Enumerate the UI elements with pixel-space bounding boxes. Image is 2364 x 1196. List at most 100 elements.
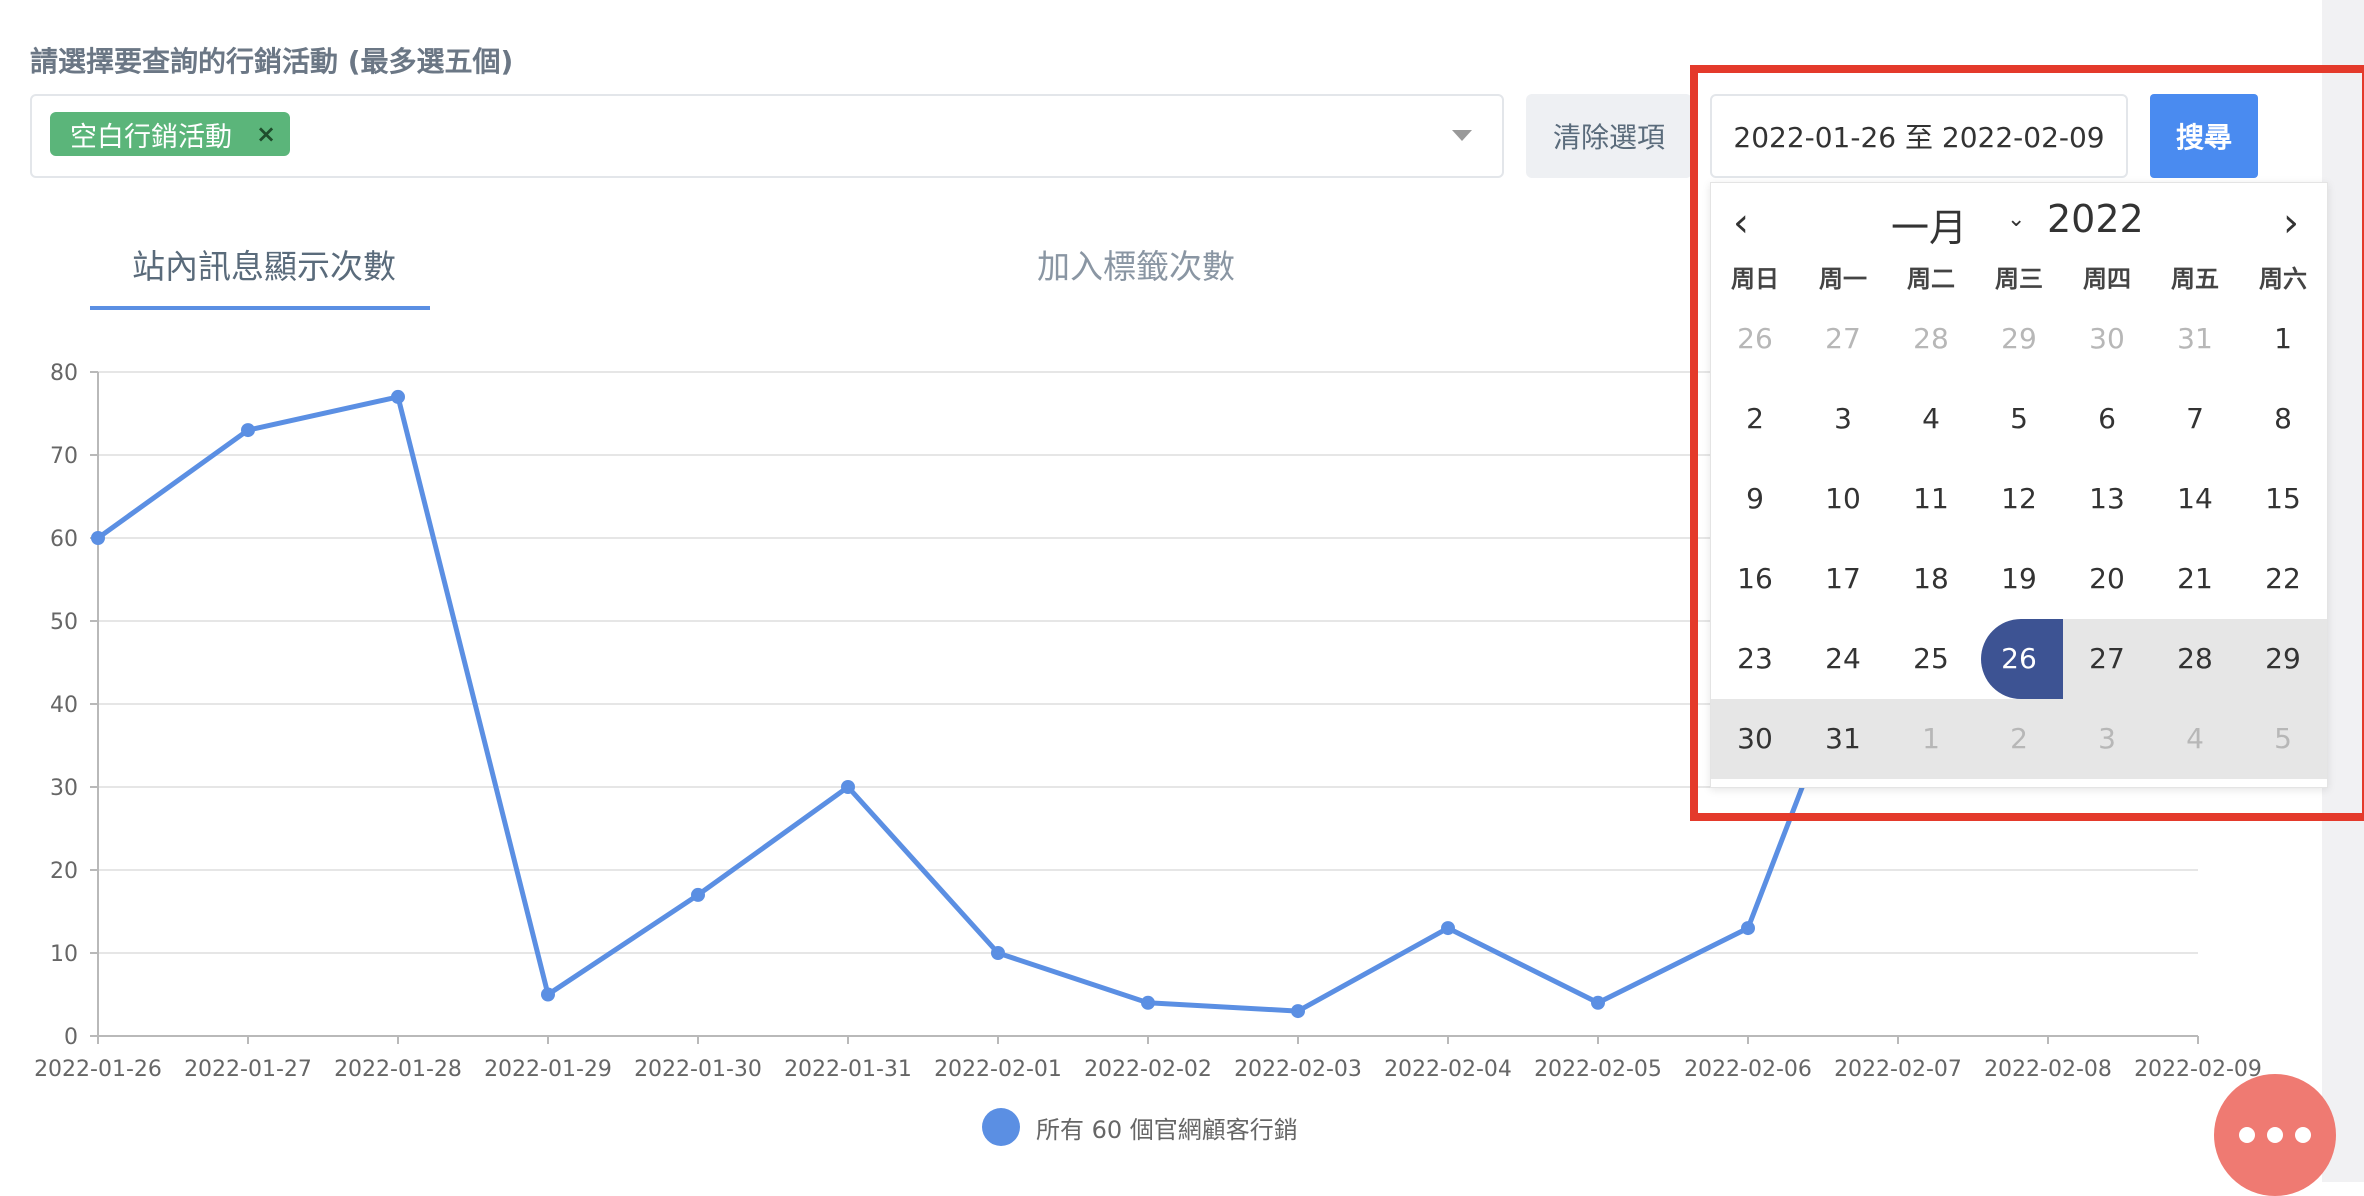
calendar-day[interactable]: 26	[1975, 619, 2063, 699]
calendar-month-select[interactable]: 一月	[1891, 197, 1967, 252]
calendar-week-row: 30 31 1 2 3 4 5	[1711, 699, 2329, 779]
tab-add-tag-count[interactable]: 加入標籤次數	[1037, 240, 1235, 288]
date-range-input[interactable]: 2022-01-26 至 2022-02-09	[1710, 94, 2128, 178]
chat-button[interactable]	[2214, 1074, 2336, 1196]
x-tick-label: 2022-01-26	[34, 1057, 162, 1082]
weekday-label: 周二	[1907, 265, 1955, 293]
active-tab-indicator	[90, 306, 430, 310]
x-tick-label: 2022-01-30	[634, 1057, 762, 1082]
weekday-label: 周五	[2171, 265, 2219, 293]
y-tick-label: 70	[50, 444, 78, 469]
date-picker-calendar: ‹ 一月 ⌄ 2022 › 周日 周一 周二 周三 周四 周五 周六 26 27 28 29 30 3…	[1710, 182, 2328, 788]
x-tick-label: 2022-02-03	[1234, 1057, 1362, 1082]
calendar-day[interactable]: 5	[1975, 379, 2063, 459]
next-month-icon[interactable]: ›	[2283, 203, 2299, 243]
calendar-day-grid: 周日 周一 周二 周三 周四 周五 周六 26 27 28 29 30 31 1 2 3 4 5 6 7 8 9 10 11…	[1711, 259, 2329, 779]
x-tick-label: 2022-02-05	[1534, 1057, 1662, 1082]
calendar-day[interactable]: 7	[2151, 379, 2239, 459]
calendar-day[interactable]: 21	[2151, 539, 2239, 619]
data-point	[391, 389, 405, 404]
calendar-day[interactable]: 12	[1975, 459, 2063, 539]
calendar-day[interactable]: 28	[2151, 619, 2239, 699]
calendar-day[interactable]: 17	[1799, 539, 1887, 619]
calendar-day[interactable]: 2	[1975, 699, 2063, 779]
data-point	[1291, 1004, 1305, 1019]
selected-campaign-tag-label: 空白行銷活動	[70, 121, 232, 153]
more-dots-icon	[2239, 1127, 2255, 1143]
calendar-day[interactable]: 30	[1711, 699, 1799, 779]
calendar-day[interactable]: 3	[2063, 699, 2151, 779]
weekday-header-row: 周日 周一 周二 周三 周四 周五 周六	[1711, 259, 2329, 299]
calendar-day[interactable]: 16	[1711, 539, 1799, 619]
legend-series-label[interactable]: 所有 60 個官網顧客行銷	[1036, 1110, 1298, 1145]
clear-selection-button[interactable]: 清除選項	[1526, 94, 1692, 178]
calendar-day[interactable]: 5	[2239, 699, 2327, 779]
campaign-select-label: 請選擇要查詢的行銷活動 (最多選五個)	[30, 45, 514, 78]
calendar-day[interactable]: 3	[1799, 379, 1887, 459]
calendar-day[interactable]: 29	[1975, 299, 2063, 379]
data-point	[841, 780, 855, 794]
more-dots-icon	[2295, 1127, 2311, 1143]
y-tick-label: 30	[50, 776, 78, 801]
x-tick-label: 2022-02-06	[1684, 1057, 1812, 1082]
calendar-day[interactable]: 25	[1887, 619, 1975, 699]
calendar-day[interactable]: 4	[2151, 699, 2239, 779]
y-tick-label: 0	[64, 1025, 78, 1050]
chevron-down-icon[interactable]: ⌄	[2007, 207, 2025, 232]
calendar-day[interactable]: 6	[2063, 379, 2151, 459]
calendar-day[interactable]: 28	[1887, 299, 1975, 379]
calendar-day[interactable]: 8	[2239, 379, 2327, 459]
calendar-day[interactable]: 1	[1887, 699, 1975, 779]
calendar-day[interactable]: 26	[1711, 299, 1799, 379]
weekday-label: 周三	[1995, 265, 2043, 293]
more-dots-icon	[2267, 1127, 2283, 1143]
calendar-day[interactable]: 4	[1887, 379, 1975, 459]
calendar-day[interactable]: 23	[1711, 619, 1799, 699]
calendar-day[interactable]: 10	[1799, 459, 1887, 539]
calendar-day[interactable]: 27	[2063, 619, 2151, 699]
x-tick-label: 2022-02-01	[934, 1057, 1062, 1082]
y-tick-label: 80	[50, 361, 78, 386]
x-tick-label: 2022-02-07	[1834, 1057, 1962, 1082]
calendar-day[interactable]: 31	[2151, 299, 2239, 379]
calendar-day[interactable]: 19	[1975, 539, 2063, 619]
calendar-week-row: 26 27 28 29 30 31 1	[1711, 299, 2329, 379]
previous-month-icon[interactable]: ‹	[1733, 203, 1749, 243]
campaign-multi-select[interactable]: 空白行銷活動 ×	[30, 94, 1504, 178]
calendar-day[interactable]: 20	[2063, 539, 2151, 619]
y-tick-label: 50	[50, 610, 78, 635]
chevron-down-icon[interactable]	[1452, 130, 1472, 141]
x-tick-label: 2022-01-28	[334, 1057, 462, 1082]
y-tick-label: 10	[50, 942, 78, 967]
calendar-year-input[interactable]: 2022	[2047, 197, 2144, 241]
tab-in-site-message-impressions[interactable]: 站內訊息顯示次數	[132, 240, 396, 288]
calendar-day[interactable]: 27	[1799, 299, 1887, 379]
calendar-day[interactable]: 13	[2063, 459, 2151, 539]
calendar-day[interactable]: 15	[2239, 459, 2327, 539]
calendar-day[interactable]: 1	[2239, 299, 2327, 379]
data-point	[691, 887, 705, 902]
legend-marker[interactable]	[982, 1108, 1020, 1146]
data-point	[241, 423, 255, 438]
data-point	[1141, 995, 1155, 1010]
selected-campaign-tag: 空白行銷活動 ×	[50, 112, 291, 156]
data-point	[991, 946, 1005, 960]
calendar-day[interactable]: 11	[1887, 459, 1975, 539]
calendar-day[interactable]: 9	[1711, 459, 1799, 539]
data-point	[541, 987, 555, 1002]
data-point	[1741, 921, 1755, 936]
tag-remove-icon[interactable]: ×	[256, 120, 276, 148]
calendar-day[interactable]: 2	[1711, 379, 1799, 459]
calendar-day[interactable]: 31	[1799, 699, 1887, 779]
calendar-day[interactable]: 30	[2063, 299, 2151, 379]
calendar-week-row: 23 24 25 26 27 28 29	[1711, 619, 2329, 699]
calendar-day[interactable]: 24	[1799, 619, 1887, 699]
calendar-day[interactable]: 18	[1887, 539, 1975, 619]
calendar-day[interactable]: 29	[2239, 619, 2327, 699]
y-tick-label: 40	[50, 693, 78, 718]
calendar-day[interactable]: 14	[2151, 459, 2239, 539]
x-tick-label: 2022-01-29	[484, 1057, 612, 1082]
x-tick-label: 2022-01-31	[784, 1057, 912, 1082]
search-button[interactable]: 搜尋	[2150, 94, 2258, 178]
calendar-day[interactable]: 22	[2239, 539, 2327, 619]
